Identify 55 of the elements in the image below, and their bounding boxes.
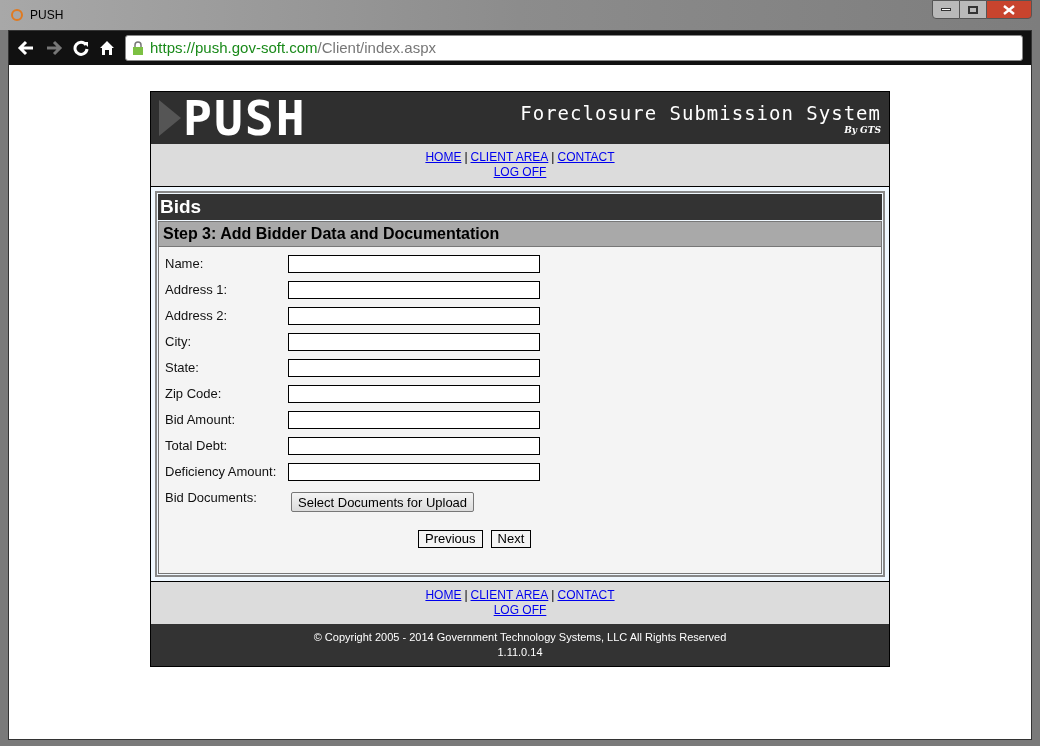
lock-icon xyxy=(132,41,144,55)
upload-button[interactable]: Select Documents for Upload xyxy=(291,491,475,512)
site-title: Foreclosure Submission System xyxy=(520,101,881,125)
input-field[interactable] xyxy=(288,463,540,481)
panel-title: Bids xyxy=(158,194,882,220)
field-label: Bid Documents: xyxy=(165,489,258,508)
nav-link[interactable]: CONTACT xyxy=(557,588,615,603)
forward-icon[interactable] xyxy=(45,40,63,56)
separator: | xyxy=(464,150,468,165)
reload-icon[interactable] xyxy=(73,40,89,56)
nav-link[interactable]: LOG OFF xyxy=(493,165,547,180)
minimize-button[interactable] xyxy=(932,0,960,19)
logo-text: PUSH xyxy=(183,93,307,143)
close-icon xyxy=(1003,4,1015,15)
app-icon xyxy=(10,8,24,22)
field-label: State: xyxy=(165,359,200,378)
nav-link[interactable]: CONTACT xyxy=(557,150,615,165)
url-text: https://push.gov-soft.com/Client/index.aspx xyxy=(150,37,436,58)
address-bar[interactable]: https://push.gov-soft.com/Client/index.aspx xyxy=(125,35,1023,61)
input-field[interactable] xyxy=(288,437,540,455)
nav-button[interactable]: Previous xyxy=(418,530,483,548)
step-title: Step 3: Add Bidder Data and Documentation xyxy=(159,222,881,247)
field-label: Zip Code: xyxy=(165,385,223,404)
input-field[interactable] xyxy=(288,307,540,325)
nav-link[interactable]: CLIENT AREA xyxy=(470,150,549,165)
field-label: Deficiency Amount: xyxy=(165,463,278,482)
nav-link[interactable]: CLIENT AREA xyxy=(470,588,549,603)
input-field[interactable] xyxy=(288,359,540,377)
input-field[interactable] xyxy=(288,333,540,351)
field-label: City: xyxy=(165,333,192,352)
separator: | xyxy=(464,588,468,603)
back-icon[interactable] xyxy=(17,40,35,56)
nav-link[interactable]: HOME xyxy=(425,150,462,165)
nav-link[interactable]: LOG OFF xyxy=(493,603,547,618)
arrow-logo-icon xyxy=(159,98,181,138)
field-label: Name: xyxy=(165,255,205,274)
version-text: 1.11.0.14 xyxy=(497,645,543,660)
input-field[interactable] xyxy=(288,411,540,429)
field-label: Address 1: xyxy=(165,281,229,300)
nav-link[interactable]: HOME xyxy=(425,588,462,603)
field-label: Address 2: xyxy=(165,307,229,326)
maximize-button[interactable] xyxy=(960,0,986,19)
copyright-text: © Copyright 2005 - 2014 Government Technology Systems, LLC All Rights Reserved xyxy=(313,630,727,645)
separator: | xyxy=(551,150,555,165)
byline: By GTS xyxy=(844,125,881,135)
close-button[interactable] xyxy=(986,0,1032,19)
input-field[interactable] xyxy=(288,281,540,299)
field-label: Bid Amount: xyxy=(165,411,237,430)
home-icon[interactable] xyxy=(99,40,115,56)
nav-button[interactable]: Next xyxy=(490,530,532,548)
separator: | xyxy=(551,588,555,603)
input-field[interactable] xyxy=(288,255,540,273)
input-field[interactable] xyxy=(288,385,540,403)
field-label: Total Debt: xyxy=(165,437,229,456)
window-title: PUSH xyxy=(30,7,64,24)
